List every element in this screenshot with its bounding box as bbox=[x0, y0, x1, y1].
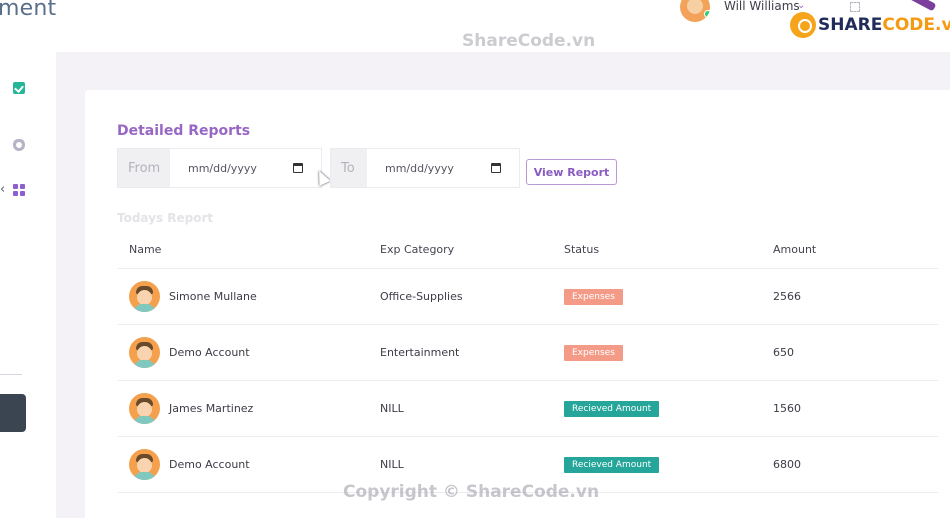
status-badge: Expenses bbox=[564, 288, 623, 305]
row-name: Simone Mullane bbox=[169, 290, 257, 303]
row-name: Demo Account bbox=[169, 346, 250, 359]
checklist-icon[interactable] bbox=[13, 82, 25, 94]
column-header-amount: Amount bbox=[773, 243, 817, 256]
page-title: Detailed Reports bbox=[117, 123, 251, 139]
row-name-cell: Demo Account bbox=[118, 449, 380, 480]
row-category: NILL bbox=[380, 458, 404, 471]
report-table: Name Exp Category Status Amount Simone M… bbox=[118, 231, 938, 493]
grid-icon[interactable] bbox=[13, 184, 25, 196]
to-date-placeholder: mm/dd/yyyy bbox=[385, 161, 454, 175]
avatar bbox=[129, 393, 160, 424]
column-header-name: Name bbox=[129, 243, 162, 256]
watermark-bottom: Copyright © ShareCode.vn bbox=[343, 482, 600, 502]
row-status-cell: Recieved Amount bbox=[564, 400, 773, 417]
row-category: Office-Supplies bbox=[380, 290, 463, 303]
row-name-cell: Demo Account bbox=[118, 337, 380, 368]
row-amount: 1560 bbox=[773, 402, 801, 415]
to-label: To bbox=[331, 149, 367, 187]
avatar-face bbox=[687, 0, 703, 14]
calendar-icon[interactable] bbox=[293, 163, 303, 173]
from-date-input[interactable]: mm/dd/yyyy bbox=[170, 149, 321, 187]
avatar bbox=[129, 449, 160, 480]
logo-text-prefix: SHARE bbox=[818, 15, 883, 35]
table-row[interactable]: James Martinez NILL Recieved Amount 1560 bbox=[118, 381, 938, 437]
row-name-cell: James Martinez bbox=[118, 393, 380, 424]
logo-text: SHARECODE.vn bbox=[818, 15, 950, 35]
sidebar-divider bbox=[0, 374, 22, 375]
grid-cell bbox=[13, 191, 18, 196]
table-row[interactable]: Demo Account Entertainment Expenses 650 bbox=[118, 325, 938, 381]
from-label: From bbox=[118, 149, 170, 187]
column-header-status: Status bbox=[564, 243, 600, 256]
chevron-left-icon[interactable]: ‹ bbox=[0, 182, 5, 197]
status-badge: Expenses bbox=[564, 344, 623, 361]
avatar bbox=[129, 281, 160, 312]
to-date-input[interactable]: mm/dd/yyyy bbox=[367, 149, 519, 187]
grid-cell bbox=[20, 184, 25, 189]
todays-report-heading: Todays Report bbox=[117, 211, 214, 225]
logo-text-suffix: CODE.vn bbox=[882, 15, 950, 35]
status-badge: Recieved Amount bbox=[564, 456, 660, 473]
row-amount: 2566 bbox=[773, 290, 801, 303]
row-status-cell: Expenses bbox=[564, 344, 773, 361]
status-badge: Recieved Amount bbox=[564, 400, 660, 417]
shield-icon[interactable] bbox=[13, 139, 25, 151]
row-amount: 6800 bbox=[773, 458, 801, 471]
grid-cell bbox=[13, 184, 18, 189]
row-name: James Martinez bbox=[169, 402, 254, 415]
grid-cell bbox=[20, 191, 25, 196]
row-category: Entertainment bbox=[380, 346, 460, 359]
from-date-placeholder: mm/dd/yyyy bbox=[188, 161, 257, 175]
app-title: ment bbox=[0, 0, 57, 21]
row-name-cell: Simone Mullane bbox=[118, 281, 380, 312]
row-category: NILL bbox=[380, 402, 404, 415]
from-date-group: From mm/dd/yyyy bbox=[117, 148, 322, 188]
logo-mark-icon bbox=[790, 12, 816, 38]
sharecode-logo: SHARECODE.vn bbox=[790, 10, 950, 40]
online-status-dot bbox=[704, 10, 710, 18]
watermark-top: ShareCode.vn bbox=[462, 31, 596, 51]
user-name[interactable]: Will Williams bbox=[724, 0, 800, 13]
row-name: Demo Account bbox=[169, 458, 250, 471]
table-row[interactable]: Simone Mullane Office-Supplies Expenses … bbox=[118, 269, 938, 325]
row-amount: 650 bbox=[773, 346, 794, 359]
sidebar: ‹ bbox=[0, 52, 56, 518]
view-report-button[interactable]: View Report bbox=[526, 159, 617, 185]
calendar-icon[interactable] bbox=[491, 163, 501, 173]
avatar bbox=[129, 337, 160, 368]
user-avatar[interactable] bbox=[680, 0, 710, 22]
report-card: Detailed Reports From mm/dd/yyyy To mm/d… bbox=[85, 90, 950, 518]
to-date-group: To mm/dd/yyyy bbox=[330, 148, 520, 188]
column-header-category: Exp Category bbox=[380, 243, 455, 256]
table-header: Name Exp Category Status Amount bbox=[118, 231, 938, 269]
sidebar-footer-button[interactable] bbox=[0, 394, 26, 432]
row-status-cell: Recieved Amount bbox=[564, 456, 773, 473]
row-status-cell: Expenses bbox=[564, 288, 773, 305]
